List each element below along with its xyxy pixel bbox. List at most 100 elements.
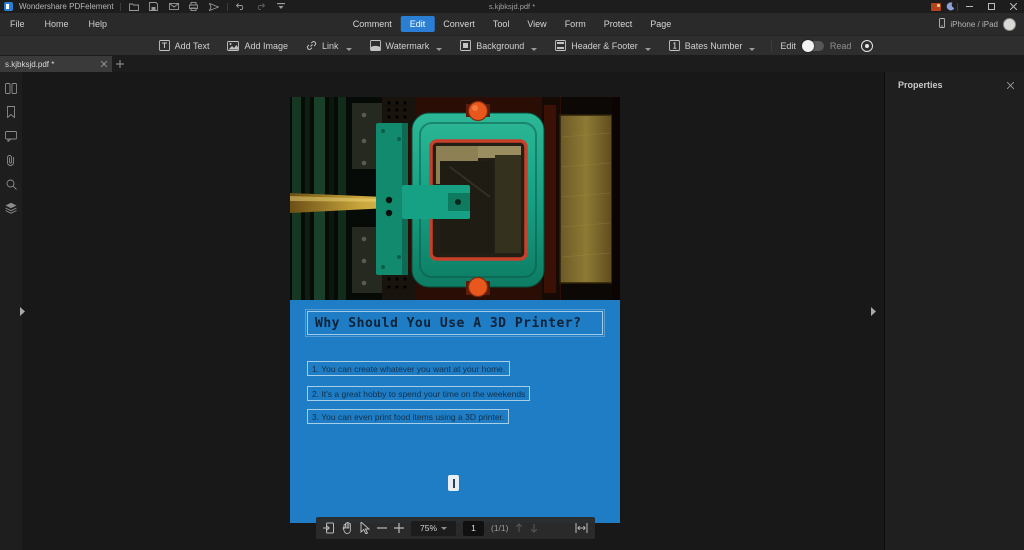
edit-mode-label: Edit — [780, 40, 796, 51]
open-file-icon[interactable] — [127, 1, 141, 12]
doc-list-item-3[interactable]: 3. You can even print food items using a… — [307, 409, 510, 424]
close-properties-icon[interactable] — [1007, 81, 1014, 89]
doc-list-item-1[interactable]: 1. You can create whatever you want at y… — [307, 361, 511, 376]
main-area: Why Should You Use A 3D Printer? 1. You … — [0, 72, 1024, 550]
page-count-label: (1/1) — [491, 523, 509, 533]
add-image-icon — [227, 40, 240, 51]
bates-number-button[interactable]: Bates Number — [661, 38, 764, 54]
dropdown-caret-icon — [436, 47, 443, 51]
edit-read-toggle[interactable] — [801, 39, 824, 52]
close-window-button[interactable] — [1002, 0, 1024, 13]
menu-home[interactable]: Home — [35, 16, 79, 32]
title-bar-left: Wondershare PDFelement — [0, 1, 288, 12]
read-mode-label: Read — [829, 40, 852, 51]
divider — [771, 39, 773, 52]
tab-view[interactable]: View — [518, 16, 555, 32]
collapse-properties-handle[interactable] — [871, 304, 878, 318]
add-text-button[interactable]: Add Text — [151, 38, 218, 54]
next-page-icon[interactable] — [530, 523, 538, 533]
watermark-icon — [369, 40, 381, 51]
customize-toolbar-icon[interactable] — [274, 1, 288, 12]
pdf-page[interactable]: Why Should You Use A 3D Printer? 1. You … — [290, 97, 620, 523]
tab-comment[interactable]: Comment — [344, 16, 401, 32]
toggle-knob — [801, 39, 814, 52]
status-bar: 75% 1 (1/1) — [316, 517, 595, 539]
properties-title: Properties — [898, 80, 943, 90]
link-button[interactable]: Link — [298, 38, 360, 54]
background-icon — [460, 40, 472, 51]
hand-tool-icon[interactable] — [342, 522, 353, 534]
dropdown-caret-icon — [644, 47, 651, 51]
add-image-button[interactable]: Add Image — [219, 38, 296, 54]
avatar[interactable] — [1003, 17, 1016, 31]
search-icon[interactable] — [4, 177, 18, 191]
link-icon — [306, 40, 317, 51]
document-tab-bar: s.kjbksjd.pdf * — [0, 55, 1024, 72]
email-icon[interactable] — [167, 1, 181, 12]
share-icon[interactable] — [207, 1, 221, 12]
edit-toolbar: Add Text Add Image Link Watermark Backgr… — [0, 35, 1024, 55]
title-bar: Wondershare PDFelement s.kjbksjd.pdf * — [0, 0, 1024, 13]
document-tab[interactable]: s.kjbksjd.pdf * — [0, 56, 112, 72]
maximize-button[interactable] — [980, 0, 1002, 13]
fit-width-icon[interactable] — [575, 523, 588, 533]
doc-list-item-2[interactable]: 2. It's a great hobby to spend your time… — [307, 386, 531, 401]
undo-icon[interactable] — [234, 1, 248, 12]
header-footer-icon — [555, 40, 567, 51]
print-icon[interactable] — [187, 1, 201, 12]
minimize-button[interactable] — [958, 0, 980, 13]
dropdown-caret-icon — [345, 47, 352, 51]
app-name: Wondershare PDFelement — [19, 2, 114, 11]
zoom-in-icon[interactable] — [394, 523, 404, 533]
tab-edit[interactable]: Edit — [400, 16, 435, 32]
read-options-icon[interactable] — [861, 39, 874, 52]
properties-panel: Properties — [884, 72, 1024, 550]
header-footer-button[interactable]: Header & Footer — [547, 38, 659, 54]
zoom-out-icon[interactable] — [377, 523, 387, 533]
tab-convert[interactable]: Convert — [434, 16, 484, 32]
add-text-icon — [158, 40, 170, 51]
bates-number-icon — [668, 40, 680, 51]
watermark-button[interactable]: Watermark — [362, 38, 451, 54]
menu-file[interactable]: File — [0, 16, 35, 32]
attachment-icon[interactable] — [4, 153, 18, 167]
tab-page[interactable]: Page — [641, 16, 680, 32]
phone-icon — [939, 18, 946, 30]
device-label: iPhone / iPad — [950, 19, 998, 29]
doc-title-textbox[interactable]: Why Should You Use A 3D Printer? — [305, 309, 605, 337]
new-tab-icon[interactable] — [112, 56, 128, 72]
title-bar-right — [929, 0, 1024, 13]
zoom-level-select[interactable]: 75% — [411, 520, 456, 536]
printer-photo — [290, 97, 620, 300]
layers-icon[interactable] — [4, 201, 18, 215]
promo-icon[interactable] — [929, 1, 943, 12]
comment-icon[interactable] — [4, 129, 18, 143]
document-canvas[interactable]: Why Should You Use A 3D Printer? 1. You … — [22, 72, 884, 550]
save-icon[interactable] — [147, 1, 161, 12]
background-button[interactable]: Background — [452, 38, 545, 54]
divider — [119, 2, 121, 11]
previous-view-icon[interactable] — [323, 522, 335, 534]
properties-header: Properties — [885, 72, 1024, 90]
expand-sidebar-handle[interactable] — [20, 304, 27, 318]
redo-icon[interactable] — [254, 1, 268, 12]
zoom-level-value: 75% — [419, 523, 437, 533]
previous-page-icon[interactable] — [515, 523, 523, 533]
select-tool-icon[interactable] — [360, 522, 370, 534]
page-number-input[interactable]: 1 — [463, 520, 484, 536]
bookmark-icon[interactable] — [4, 105, 18, 119]
app-window: Wondershare PDFelement s.kjbksjd.pdf * F… — [0, 0, 1024, 550]
app-logo — [4, 2, 13, 11]
device-sync[interactable]: iPhone / iPad — [939, 17, 1016, 31]
tab-form[interactable]: Form — [556, 16, 595, 32]
tab-tool[interactable]: Tool — [484, 16, 519, 32]
menu-help[interactable]: Help — [79, 16, 118, 32]
dropdown-caret-icon — [531, 47, 538, 51]
dark-mode-moon-icon[interactable] — [943, 1, 957, 12]
page-text-section: Why Should You Use A 3D Printer? 1. You … — [290, 300, 620, 523]
ribbon-tabs: Comment Edit Convert Tool View Form Prot… — [344, 16, 680, 32]
document-tab-label: s.kjbksjd.pdf * — [5, 59, 55, 69]
close-tab-icon[interactable] — [101, 61, 107, 67]
thumbnails-icon[interactable] — [4, 81, 18, 95]
tab-protect[interactable]: Protect — [595, 16, 642, 32]
